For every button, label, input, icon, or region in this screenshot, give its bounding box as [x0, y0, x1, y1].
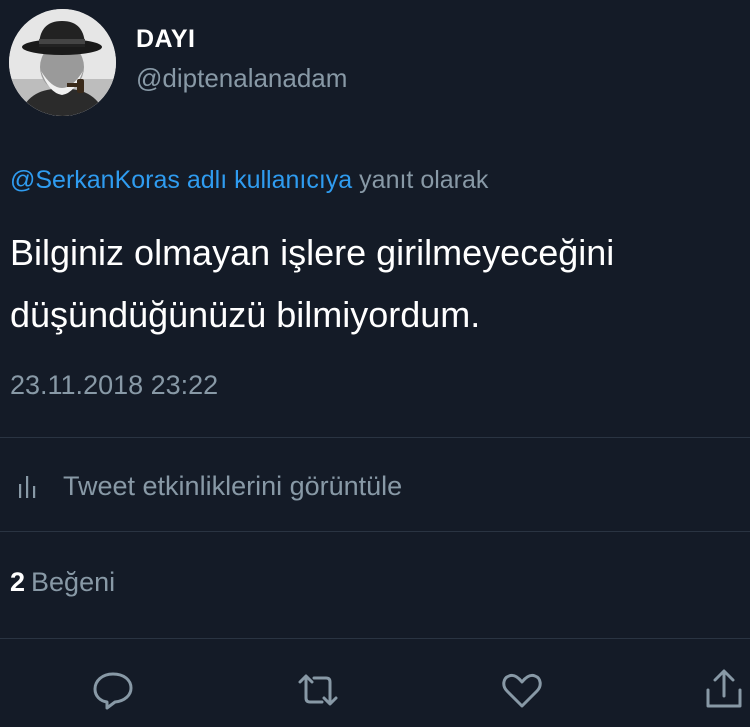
- tweet-text: Bilginiz olmayan işlere girilmeyeceğini …: [10, 232, 615, 335]
- reply-suffix: yanıt olarak: [359, 166, 489, 194]
- likes-label: Beğeni: [31, 567, 116, 597]
- user-handle[interactable]: @diptenalanadam: [136, 63, 347, 94]
- divider: [0, 437, 750, 438]
- display-name[interactable]: DAYI: [136, 25, 195, 54]
- likes-count: 2: [10, 567, 26, 597]
- divider: [0, 638, 750, 639]
- like-icon[interactable]: [498, 666, 546, 714]
- reply-context: @SerkanKoras adlı kullanıcıya yanıt olar…: [10, 166, 488, 195]
- reply-to-link[interactable]: @SerkanKoras adlı kullanıcıya: [10, 166, 352, 194]
- share-icon[interactable]: [700, 666, 748, 714]
- likes-summary[interactable]: 2 Beğeni: [10, 567, 115, 598]
- avatar[interactable]: [9, 9, 116, 116]
- tweet-timestamp: 23.11.2018 23:22: [10, 370, 219, 400]
- reply-icon[interactable]: [89, 666, 137, 714]
- avatar-image: [9, 9, 116, 116]
- view-tweet-activity-label: Tweet etkinliklerini görüntüle: [63, 470, 403, 501]
- view-tweet-activity-button[interactable]: Tweet etkinliklerini görüntüle: [0, 455, 750, 517]
- divider: [0, 531, 750, 532]
- retweet-icon[interactable]: [294, 666, 342, 714]
- analytics-icon: [19, 476, 36, 498]
